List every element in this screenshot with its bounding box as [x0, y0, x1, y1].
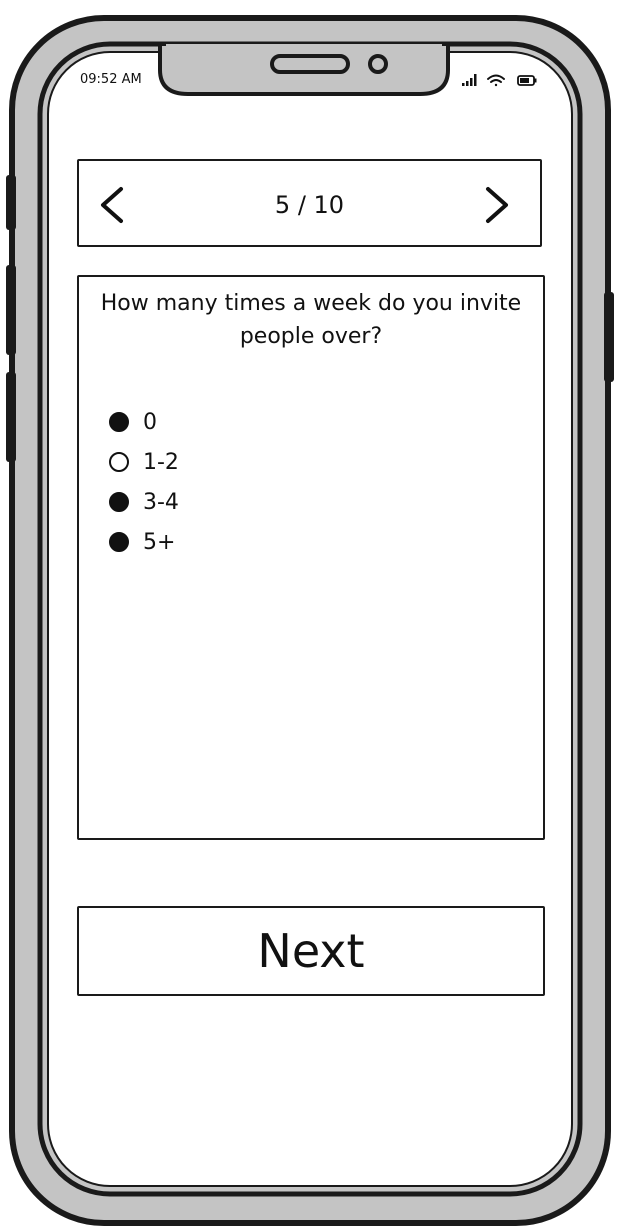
answer-options: 0 1-2 3-4 5+: [109, 402, 179, 562]
chevron-right-icon[interactable]: [474, 183, 518, 227]
option-label: 3-4: [143, 489, 179, 515]
radio-button[interactable]: [109, 452, 129, 472]
status-time: 09:52 AM: [80, 72, 142, 87]
radio-button[interactable]: [109, 532, 129, 552]
option-5-plus[interactable]: 5+: [109, 522, 179, 562]
option-label: 5+: [143, 529, 176, 555]
radio-button[interactable]: [109, 412, 129, 432]
option-3-4[interactable]: 3-4: [109, 482, 179, 522]
question-text: How many times a week do you invite peop…: [100, 291, 522, 349]
next-button-label: Next: [257, 924, 365, 978]
option-label: 1-2: [143, 449, 179, 475]
option-label: 0: [143, 409, 157, 435]
option-1-2[interactable]: 1-2: [109, 442, 179, 482]
page-indicator: 5 / 10: [274, 191, 345, 219]
radio-button[interactable]: [109, 492, 129, 512]
question-card: How many times a week do you invite peop…: [77, 275, 545, 840]
wifi-icon: [487, 74, 505, 87]
signal-icon: [462, 74, 477, 86]
option-0[interactable]: 0: [109, 402, 179, 442]
battery-icon: [517, 75, 537, 86]
question-pager: 5 / 10: [77, 159, 542, 247]
next-button[interactable]: Next: [77, 906, 545, 996]
status-icons: [462, 74, 537, 87]
